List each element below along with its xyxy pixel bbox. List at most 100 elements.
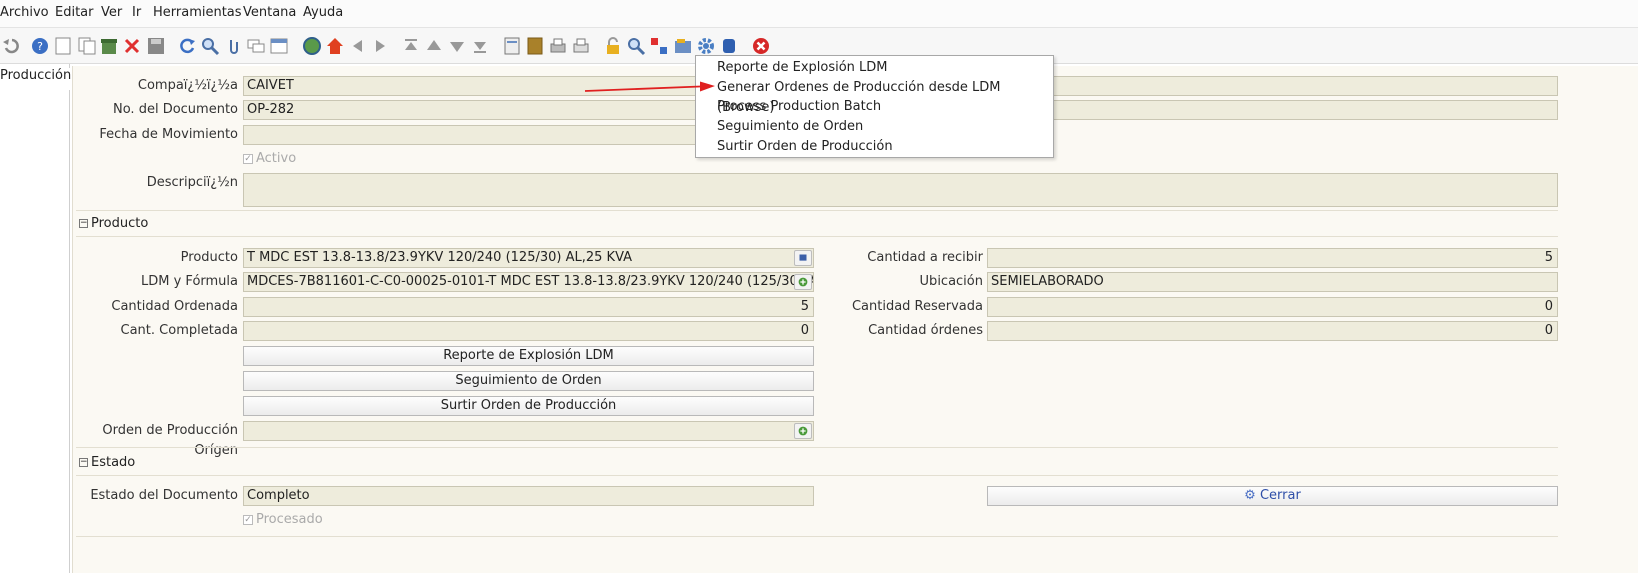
origin-order-zoom-button[interactable] <box>794 423 812 439</box>
undo-icon[interactable] <box>0 36 20 56</box>
zoom-across-icon[interactable] <box>626 36 646 56</box>
menu-herramientas[interactable]: Herramientas <box>153 5 242 20</box>
product-value: T MDC EST 13.8-13.8/23.9YKV 120/240 (125… <box>247 250 633 265</box>
archive-icon[interactable] <box>525 36 545 56</box>
active-checkbox[interactable]: ✓ Activo <box>243 149 296 169</box>
popup-item-order-tracking[interactable]: Seguimiento de Orden <box>717 117 863 137</box>
collapse-icon: − <box>79 457 88 467</box>
qty-orders-label: Cantidad órdenes <box>868 323 983 338</box>
qty-receive-field[interactable]: 5 <box>987 248 1558 268</box>
bom-explosion-report-button[interactable]: Reporte de Explosión LDM <box>243 346 814 366</box>
checkbox-checked-icon: ✓ <box>243 514 253 525</box>
process-popup-menu: Reporte de Explosión LDM Generar Ordenes… <box>695 55 1054 158</box>
qty-orders-field[interactable]: 0 <box>987 321 1558 341</box>
next-icon[interactable] <box>370 36 390 56</box>
collapse-icon: − <box>79 218 88 228</box>
movement-date-label: Fecha de Movimiento <box>99 127 238 142</box>
print-icon[interactable] <box>571 36 591 56</box>
delete-record-icon[interactable] <box>99 36 119 56</box>
gear-icon: ⚙ <box>1244 488 1256 503</box>
save-icon[interactable] <box>146 36 166 56</box>
chat-icon[interactable] <box>246 36 266 56</box>
order-tracking-button[interactable]: Seguimiento de Orden <box>243 371 814 391</box>
previous-icon[interactable] <box>348 36 368 56</box>
new-record-icon[interactable] <box>53 36 73 56</box>
attachment-icon[interactable] <box>223 36 243 56</box>
product-field[interactable]: T MDC EST 13.8-13.8/23.9YKV 120/240 (125… <box>243 248 814 268</box>
section-producto-title: Producto <box>91 216 149 231</box>
bom-zoom-button[interactable] <box>794 274 812 290</box>
menu-editar[interactable]: Editar <box>55 5 94 20</box>
processed-checkbox[interactable]: ✓ Procesado <box>243 510 323 530</box>
location-field[interactable]: SEMIELABORADO <box>987 272 1558 292</box>
history-icon[interactable] <box>302 36 322 56</box>
company-label: Compaï¿½ï¿½a <box>137 78 238 93</box>
doctype-field[interactable]: roducción <box>987 100 1558 120</box>
delete-icon[interactable] <box>122 36 142 56</box>
tab-produccion[interactable]: Producción <box>0 68 71 90</box>
close-order-button[interactable]: ⚙ Cerrar <box>987 486 1558 506</box>
exit-icon[interactable] <box>751 36 771 56</box>
qty-receive-label: Cantidad a recibir <box>867 250 983 265</box>
doc-status-label: Estado del Documento <box>90 488 238 503</box>
report-icon[interactable] <box>502 36 522 56</box>
svg-text:?: ? <box>37 40 43 53</box>
first-record-icon[interactable] <box>401 36 421 56</box>
bom-label: LDM y Fórmula <box>141 274 238 289</box>
description-label: Descripciï¿½n <box>146 175 238 190</box>
menu-bar: Archivo Editar Ver Ir Herramientas Venta… <box>0 0 1638 28</box>
grid-toggle-icon[interactable] <box>269 36 289 56</box>
refresh-icon[interactable] <box>177 36 197 56</box>
previous-record-icon[interactable] <box>424 36 444 56</box>
menu-ayuda[interactable]: Ayuda <box>303 5 343 20</box>
qty-reserved-field[interactable]: 0 <box>987 297 1558 317</box>
active-workflows-icon[interactable] <box>673 36 693 56</box>
section-divider <box>76 536 1558 537</box>
qty-reserved-label: Cantidad Reservada <box>851 299 983 314</box>
menu-archivo[interactable]: Archivo <box>0 5 49 20</box>
product-lookup-button[interactable] <box>794 250 812 266</box>
menu-ir[interactable]: Ir <box>132 5 141 20</box>
workflow-icon[interactable] <box>649 36 669 56</box>
origin-order-field[interactable] <box>243 421 814 441</box>
doc-status-field[interactable]: Completo <box>243 486 814 506</box>
section-divider <box>76 236 1558 237</box>
product-label: Producto <box>180 250 238 265</box>
qty-ordered-label: Cantidad Ordenada <box>111 299 238 314</box>
lock-icon[interactable] <box>603 36 623 56</box>
popup-item-process-production-batch[interactable]: Process Production Batch <box>717 97 881 117</box>
qty-completed-field[interactable]: 0 <box>243 321 814 341</box>
tab-strip: Producción <box>0 64 71 573</box>
description-field[interactable] <box>243 173 1558 207</box>
popup-item-supply-production-order[interactable]: Surtir Orden de Producción <box>717 137 893 157</box>
menu-ver[interactable]: Ver <box>101 5 122 20</box>
section-estado-title: Estado <box>91 455 136 470</box>
last-record-icon[interactable] <box>470 36 490 56</box>
database-icon[interactable] <box>719 36 739 56</box>
section-estado-header[interactable]: − Estado <box>79 455 135 470</box>
qty-ordered-field[interactable]: 5 <box>243 297 814 317</box>
find-icon[interactable] <box>200 36 220 56</box>
popup-item-bom-explosion-report[interactable]: Reporte de Explosión LDM <box>717 58 888 78</box>
origin-order-label: Orden de Producción Orígen <box>102 423 238 458</box>
help-icon[interactable]: ? <box>30 36 50 56</box>
popup-item-generate-orders-from-bom[interactable]: Generar Ordenes de Producción desde LDM … <box>717 78 1053 115</box>
active-label: Activo <box>256 151 297 166</box>
section-divider <box>76 447 1558 448</box>
home-icon[interactable] <box>325 36 345 56</box>
processed-label: Procesado <box>256 512 323 527</box>
process-gear-icon[interactable] <box>696 36 716 56</box>
section-divider <box>76 210 1558 211</box>
qty-completed-label: Cant. Completada <box>120 323 238 338</box>
menu-ventana[interactable]: Ventana <box>243 5 296 20</box>
supply-order-button[interactable]: Surtir Orden de Producción <box>243 396 814 416</box>
close-order-label: Cerrar <box>1259 488 1301 503</box>
location-label: Ubicación <box>919 274 983 289</box>
bom-value: MDCES-7B811601-C-C0-00025-0101-T MDC EST… <box>247 274 814 289</box>
next-record-icon[interactable] <box>447 36 467 56</box>
print-preview-icon[interactable] <box>548 36 568 56</box>
docno-label: No. del Documento <box>112 102 238 117</box>
bom-field[interactable]: MDCES-7B811601-C-C0-00025-0101-T MDC EST… <box>243 272 814 292</box>
section-producto-header[interactable]: − Producto <box>79 216 148 231</box>
copy-record-icon[interactable] <box>77 36 97 56</box>
